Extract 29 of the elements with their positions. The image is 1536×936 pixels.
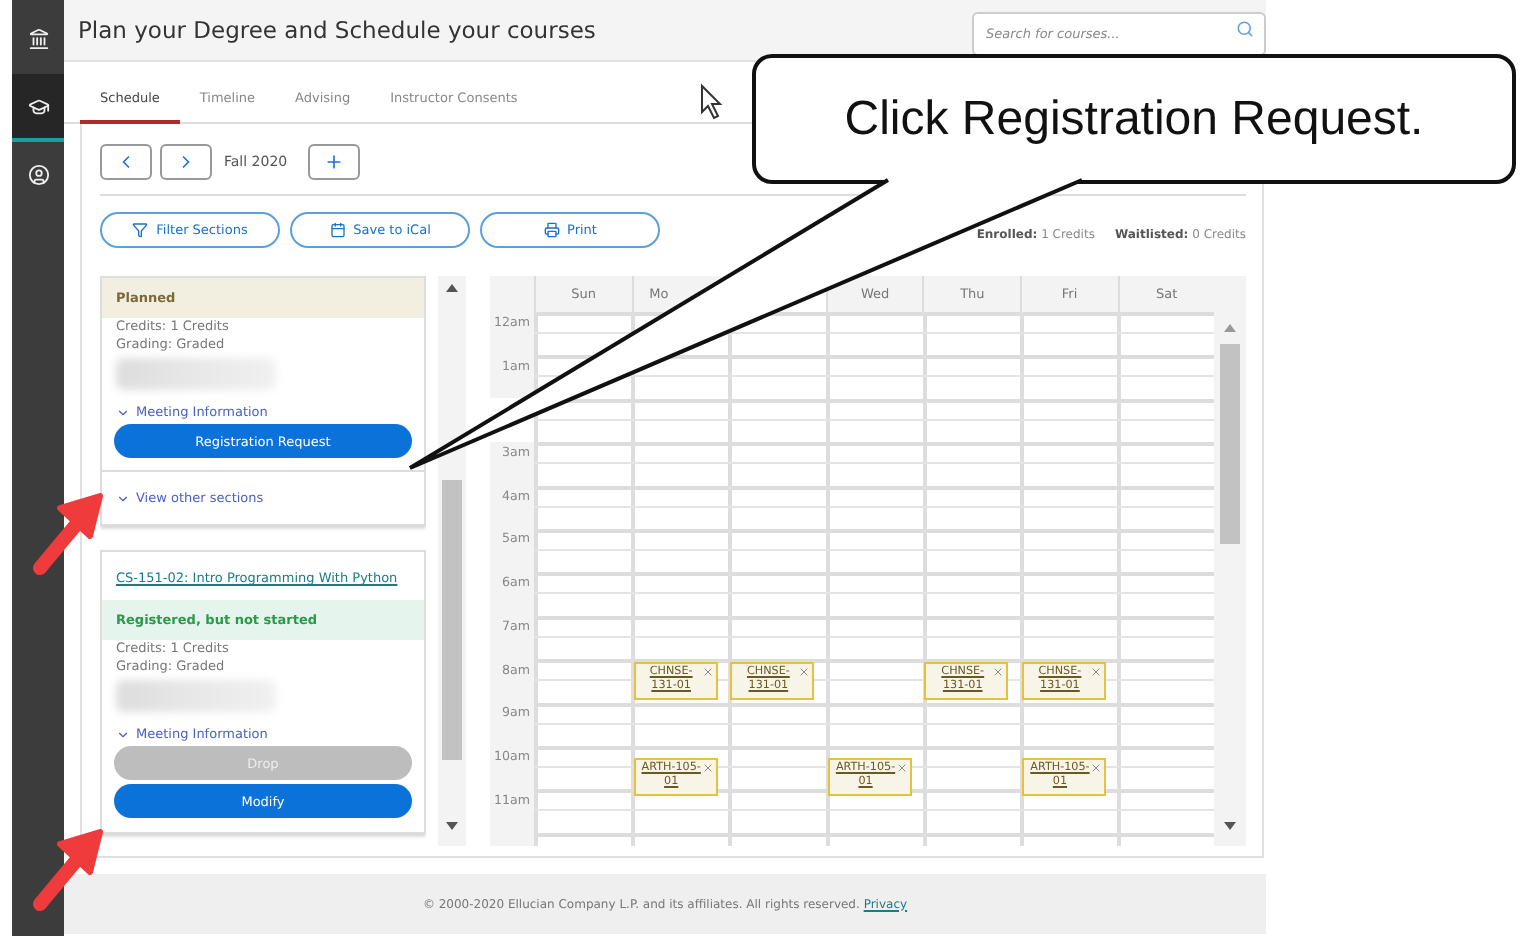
plus-icon bbox=[323, 152, 344, 172]
graduation-cap-icon bbox=[27, 95, 49, 117]
close-icon[interactable] bbox=[992, 665, 1005, 677]
scrollbar[interactable] bbox=[438, 276, 466, 846]
calendar-icon bbox=[329, 222, 346, 238]
scrollbar[interactable] bbox=[1214, 312, 1246, 846]
search-icon bbox=[1236, 20, 1254, 38]
close-icon[interactable] bbox=[798, 665, 811, 677]
next-term-button[interactable] bbox=[160, 144, 212, 180]
user-icon bbox=[27, 163, 49, 185]
close-icon[interactable] bbox=[701, 665, 714, 677]
close-icon[interactable] bbox=[1089, 665, 1102, 677]
page-title: Plan your Degree and Schedule your courses bbox=[78, 16, 596, 44]
chevron-down-icon bbox=[116, 491, 130, 505]
chevron-down-icon bbox=[116, 727, 130, 741]
previous-term-button[interactable] bbox=[100, 144, 152, 180]
printer-icon bbox=[543, 222, 560, 238]
add-term-button[interactable] bbox=[307, 144, 360, 180]
sidebar-item[interactable] bbox=[12, 74, 64, 142]
chevron-down-icon bbox=[116, 405, 130, 419]
mouse-cursor-icon bbox=[701, 83, 723, 120]
landmark-icon bbox=[27, 27, 49, 49]
close-icon[interactable] bbox=[701, 761, 714, 774]
pointer-arrow bbox=[33, 493, 103, 575]
pointer-arrow bbox=[33, 829, 103, 911]
callout-bubble: Click Registration Request. bbox=[752, 54, 1516, 184]
filter-icon bbox=[132, 222, 149, 238]
close-icon[interactable] bbox=[895, 761, 908, 774]
close-icon[interactable] bbox=[1089, 761, 1102, 774]
